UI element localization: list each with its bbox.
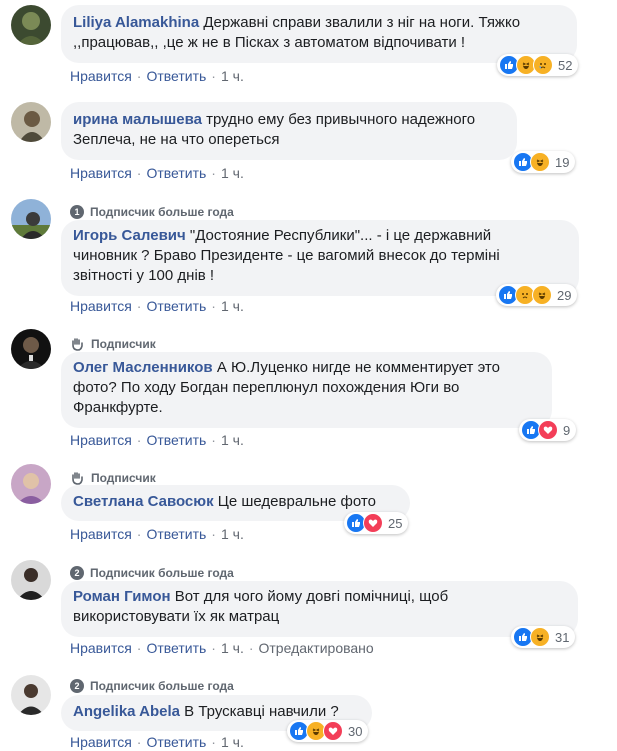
reaction-count: 52 [558, 57, 573, 73]
comment-bubble: Роман Гимон Вот для чого йому довгі помі… [61, 581, 578, 637]
comment-time[interactable]: 1 ч. [221, 640, 244, 656]
avatar[interactable] [11, 199, 51, 239]
comment-time[interactable]: 1 ч. [221, 165, 244, 181]
like-link[interactable]: Нравится [70, 734, 132, 750]
avatar[interactable] [11, 5, 51, 45]
reaction-summary[interactable]: 30 [287, 720, 369, 742]
reply-link[interactable]: Ответить [146, 165, 206, 181]
like-link[interactable]: Нравится [70, 640, 132, 656]
comment-author[interactable]: Олег Масленников [73, 359, 213, 376]
reaction-summary[interactable]: 29 [496, 284, 578, 306]
comment-actions: Нравится · Ответить · 1 ч. · Отредактировано [70, 640, 374, 656]
comment-text: звітності у 100 днів ! [73, 267, 215, 284]
reaction-count: 31 [555, 629, 570, 645]
badge-label: Подписчик больше года [90, 205, 234, 219]
comment-actions: Нравится · Ответить · 1 ч. [70, 298, 244, 314]
subscriber-badge: 1 Подписчик больше года [70, 204, 234, 220]
comment-time[interactable]: 1 ч. [221, 68, 244, 84]
reaction-summary[interactable]: 9 [519, 419, 577, 441]
comment-text: трудно ему без привычного надежного [206, 111, 476, 128]
comment-actions: Нравится · Ответить · 1 ч. [70, 432, 244, 448]
comment-bubble: Liliya Alamakhina Державні справи звалил… [61, 5, 577, 63]
wave-hand-icon [70, 337, 86, 351]
comment-text: Це шедевральне фото [217, 493, 376, 510]
love-reaction-icon [538, 420, 558, 440]
comment-author[interactable]: Роман Гимон [73, 588, 171, 605]
comment-time[interactable]: 1 ч. [221, 734, 244, 750]
reply-link[interactable]: Ответить [146, 68, 206, 84]
avatar[interactable] [11, 329, 51, 369]
reaction-count: 25 [388, 515, 403, 531]
badge-number-icon: 1 [70, 205, 84, 219]
like-link[interactable]: Нравится [70, 526, 132, 542]
reply-link[interactable]: Ответить [146, 640, 206, 656]
like-link[interactable]: Нравится [70, 298, 132, 314]
haha-reaction-icon [530, 627, 550, 647]
avatar[interactable] [11, 675, 51, 715]
comment-author[interactable]: Liliya Alamakhina [73, 14, 199, 31]
reaction-count: 19 [555, 154, 570, 170]
reaction-summary[interactable]: 31 [511, 626, 576, 648]
comment-actions: Нравится · Ответить · 1 ч. [70, 526, 244, 542]
badge-label: Подписчик [91, 337, 156, 351]
comment-author[interactable]: Angelika Abela [73, 703, 180, 720]
reaction-count: 9 [563, 422, 571, 438]
reply-link[interactable]: Ответить [146, 734, 206, 750]
comment-text: "Достояние Республики"... - і це державн… [189, 227, 492, 244]
like-link[interactable]: Нравится [70, 68, 132, 84]
badge-label: Подписчик больше года [90, 566, 234, 580]
comment-actions: Нравится · Ответить · 1 ч. [70, 68, 244, 84]
like-link[interactable]: Нравится [70, 432, 132, 448]
badge-number-icon: 2 [70, 679, 84, 693]
reaction-summary[interactable]: 52 [497, 54, 579, 76]
reaction-summary[interactable]: 25 [344, 512, 409, 534]
subscriber-badge: 2 Подписчик больше года [70, 678, 234, 694]
comment-bubble: Олег Масленников А Ю.Луценко нигде не ко… [61, 352, 552, 428]
comment-bubble: ирина малышева трудно ему без привычного… [61, 102, 517, 160]
avatar[interactable] [11, 560, 51, 600]
comment-text: фото? По ходу Богдан переплюнул похожден… [73, 379, 460, 396]
comment-text: використовувати їх як матрац [73, 608, 280, 625]
comment-time[interactable]: 1 ч. [221, 526, 244, 542]
comment-text: ,,працював,, ,це ж не в Пісках з автомат… [73, 34, 466, 51]
comment-time[interactable]: 1 ч. [221, 432, 244, 448]
comment-actions: Нравится · Ответить · 1 ч. [70, 165, 244, 181]
sad-reaction-icon [533, 55, 553, 75]
subscriber-badge: 2 Подписчик больше года [70, 565, 234, 581]
avatar[interactable] [11, 464, 51, 504]
reply-link[interactable]: Ответить [146, 526, 206, 542]
comment-text: Державні справи звалили з ніг на ноги. Т… [203, 14, 521, 31]
like-link[interactable]: Нравится [70, 165, 132, 181]
comment-author[interactable]: Светлана Савосюк [73, 493, 214, 510]
love-reaction-icon [363, 513, 383, 533]
badge-number-icon: 2 [70, 566, 84, 580]
comment-actions: Нравится · Ответить · 1 ч. [70, 734, 244, 750]
reply-link[interactable]: Ответить [146, 432, 206, 448]
haha-reaction-icon [530, 152, 550, 172]
badge-label: Подписчик больше года [90, 679, 234, 693]
comment-author[interactable]: Игорь Салевич [73, 227, 186, 244]
comment-text: чиновник ? Браво Президенте - це вагомий… [73, 247, 500, 264]
subscriber-badge: Подписчик [70, 470, 156, 486]
reaction-summary[interactable]: 19 [511, 151, 576, 173]
reaction-count: 29 [557, 287, 572, 303]
wave-hand-icon [70, 471, 86, 485]
reaction-count: 30 [348, 723, 363, 739]
edited-label[interactable]: Отредактировано [259, 640, 374, 656]
comment-text: А Ю.Луценко нигде не комментирует это [216, 359, 500, 376]
subscriber-badge: Подписчик [70, 336, 156, 352]
reply-link[interactable]: Ответить [146, 298, 206, 314]
haha-reaction-icon [532, 285, 552, 305]
comment-author[interactable]: ирина малышева [73, 111, 202, 128]
comment-text: В Трускавці навчили ? [184, 703, 339, 720]
comment-time[interactable]: 1 ч. [221, 298, 244, 314]
badge-label: Подписчик [91, 471, 156, 485]
comment-text: Франкфурте. [73, 399, 163, 416]
comment-text: Вот для чого йому довгі помічниці, щоб [174, 588, 449, 605]
avatar[interactable] [11, 102, 51, 142]
love-reaction-icon [323, 721, 343, 741]
comment-text: Зеплеча, не на что опереться [73, 131, 280, 148]
